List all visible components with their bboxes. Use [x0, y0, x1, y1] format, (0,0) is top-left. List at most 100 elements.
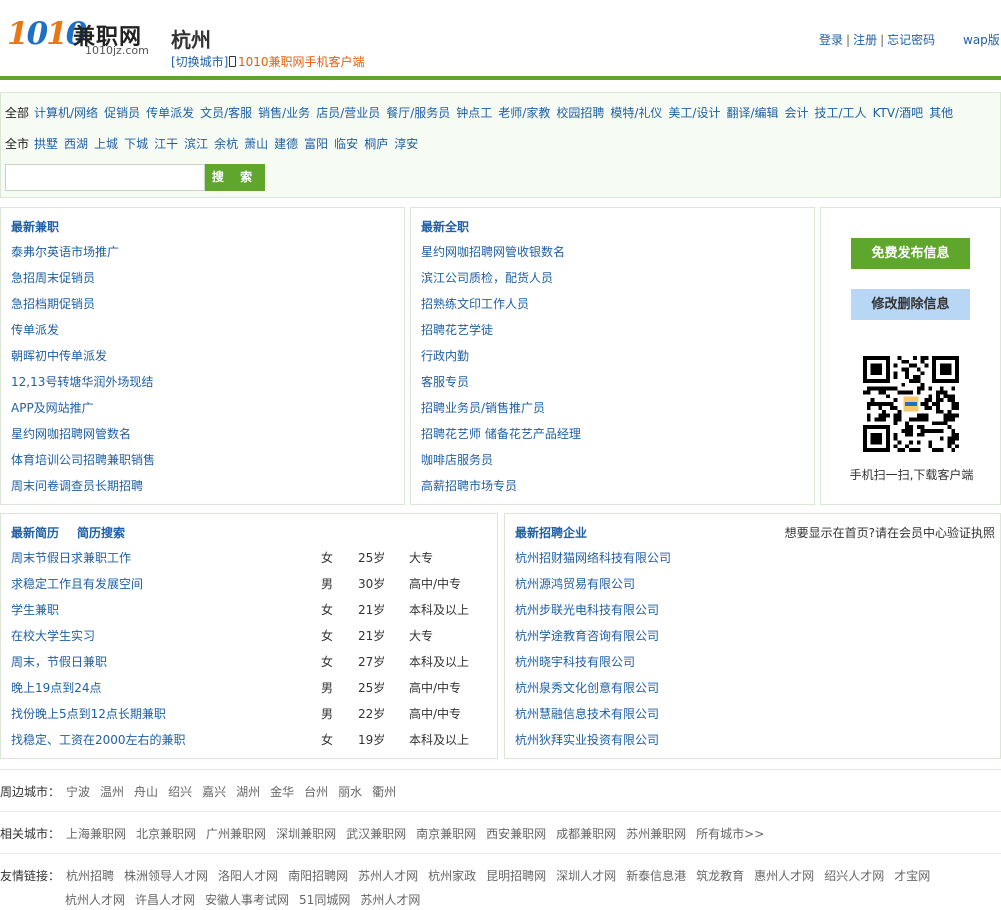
- company-link[interactable]: 杭州学途教育咨询有限公司: [515, 629, 659, 643]
- nearby-city-link[interactable]: 衢州: [372, 785, 396, 799]
- category-link[interactable]: 其他: [929, 106, 953, 120]
- related-city-link[interactable]: 深圳兼职网: [276, 827, 336, 841]
- resume-title-link[interactable]: 求稳定工作且有发展空间: [11, 576, 143, 592]
- job-link[interactable]: 体育培训公司招聘兼职销售: [11, 453, 155, 467]
- site-logo[interactable]: 1010 兼职网 1010jz.com: [7, 16, 157, 60]
- category-link[interactable]: 店员/营业员: [316, 106, 380, 120]
- resume-search-link[interactable]: 简历搜索: [77, 524, 125, 541]
- login-link[interactable]: 登录: [819, 33, 843, 47]
- friend-link[interactable]: 杭州家政: [428, 869, 476, 883]
- category-link[interactable]: 翻译/编辑: [726, 106, 778, 120]
- category-link[interactable]: 传单派发: [146, 106, 194, 120]
- job-link[interactable]: 泰弗尔英语市场推广: [11, 245, 119, 259]
- nearby-city-link[interactable]: 湖州: [236, 785, 260, 799]
- related-city-link[interactable]: 成都兼职网: [556, 827, 616, 841]
- friend-link[interactable]: 许昌人才网: [135, 893, 195, 907]
- free-post-button[interactable]: 免费发布信息: [851, 238, 970, 269]
- area-link[interactable]: 建德: [274, 137, 298, 151]
- related-city-link[interactable]: 苏州兼职网: [626, 827, 686, 841]
- company-link[interactable]: 杭州招财猫网络科技有限公司: [515, 551, 671, 565]
- company-link[interactable]: 杭州步联光电科技有限公司: [515, 603, 659, 617]
- friend-link[interactable]: 才宝网: [894, 869, 930, 883]
- latest-fulltime-title[interactable]: 最新全职: [421, 218, 469, 235]
- latest-resumes-title[interactable]: 最新简历: [11, 524, 59, 541]
- search-button[interactable]: 搜 索: [205, 164, 265, 191]
- company-link[interactable]: 杭州晓宇科技有限公司: [515, 655, 635, 669]
- resume-title-link[interactable]: 周末，节假日兼职: [11, 654, 107, 670]
- category-link[interactable]: 模特/礼仪: [610, 106, 662, 120]
- category-link[interactable]: 会计: [785, 106, 809, 120]
- fulltime-job-link[interactable]: 招熟练文印工作人员: [421, 297, 529, 311]
- fulltime-job-link[interactable]: 招聘花艺师 储备花艺产品经理: [421, 427, 581, 441]
- friend-link[interactable]: 洛阳人才网: [218, 869, 278, 883]
- job-link[interactable]: 急招周末促销员: [11, 271, 95, 285]
- related-city-link[interactable]: 所有城市>>: [696, 827, 764, 841]
- related-city-link[interactable]: 武汉兼职网: [346, 827, 406, 841]
- mobile-client-link[interactable]: 1010兼职网手机客户端: [229, 53, 365, 70]
- resume-title-link[interactable]: 在校大学生实习: [11, 628, 95, 644]
- friend-link[interactable]: 苏州人才网: [360, 893, 420, 907]
- fulltime-job-link[interactable]: 招聘花艺学徒: [421, 323, 493, 337]
- job-link[interactable]: 传单派发: [11, 323, 59, 337]
- area-link[interactable]: 滨江: [184, 137, 208, 151]
- resume-title-link[interactable]: 学生兼职: [11, 602, 59, 618]
- category-link[interactable]: 计算机/网络: [34, 106, 98, 120]
- area-link[interactable]: 拱墅: [34, 137, 58, 151]
- fulltime-job-link[interactable]: 星约网咖招聘网管收银数名: [421, 245, 565, 259]
- fulltime-job-link[interactable]: 咖啡店服务员: [421, 453, 493, 467]
- friend-link[interactable]: 株洲领导人才网: [124, 869, 208, 883]
- nearby-city-link[interactable]: 宁波: [66, 785, 90, 799]
- job-link[interactable]: 朝晖初中传单派发: [11, 349, 107, 363]
- resume-title-link[interactable]: 找稳定、工资在2000左右的兼职: [11, 732, 186, 748]
- area-link[interactable]: 余杭: [214, 137, 238, 151]
- friend-link[interactable]: 杭州人才网: [65, 893, 125, 907]
- area-link[interactable]: 桐庐: [364, 137, 388, 151]
- area-all[interactable]: 全市: [5, 137, 29, 151]
- latest-jobs-title[interactable]: 最新兼职: [11, 218, 59, 235]
- friend-link[interactable]: 筑龙教育: [696, 869, 744, 883]
- friend-link[interactable]: 深圳人才网: [556, 869, 616, 883]
- job-link[interactable]: APP及网站推广: [11, 401, 94, 415]
- area-link[interactable]: 富阳: [304, 137, 328, 151]
- friend-link[interactable]: 杭州招聘: [66, 869, 114, 883]
- job-link[interactable]: 急招档期促销员: [11, 297, 95, 311]
- company-link[interactable]: 杭州慧融信息技术有限公司: [515, 707, 659, 721]
- area-link[interactable]: 江干: [154, 137, 178, 151]
- friend-link[interactable]: 新泰信息港: [626, 869, 686, 883]
- nearby-city-link[interactable]: 舟山: [134, 785, 158, 799]
- category-link[interactable]: 老师/家教: [498, 106, 550, 120]
- friend-link[interactable]: 绍兴人才网: [824, 869, 884, 883]
- company-link[interactable]: 杭州泉秀文化创意有限公司: [515, 681, 659, 695]
- job-link[interactable]: 星约网咖招聘网管数名: [11, 427, 131, 441]
- fulltime-job-link[interactable]: 滨江公司质检，配货人员: [421, 271, 553, 285]
- area-link[interactable]: 萧山: [244, 137, 268, 151]
- resume-title-link[interactable]: 晚上19点到24点: [11, 680, 102, 696]
- area-link[interactable]: 上城: [94, 137, 118, 151]
- nearby-city-link[interactable]: 丽水: [338, 785, 362, 799]
- fulltime-job-link[interactable]: 招聘业务员/销售推广员: [421, 401, 545, 415]
- edit-delete-button[interactable]: 修改删除信息: [851, 289, 970, 320]
- forgot-password-link[interactable]: 忘记密码: [887, 33, 935, 47]
- register-link[interactable]: 注册: [853, 33, 877, 47]
- category-link[interactable]: 餐厅/服务员: [386, 106, 450, 120]
- resume-title-link[interactable]: 周末节假日求兼职工作: [11, 550, 131, 566]
- area-link[interactable]: 西湖: [64, 137, 88, 151]
- friend-link[interactable]: 安徽人事考试网: [205, 893, 289, 907]
- related-city-link[interactable]: 上海兼职网: [66, 827, 126, 841]
- category-link[interactable]: 美工/设计: [668, 106, 720, 120]
- fulltime-job-link[interactable]: 行政内勤: [421, 349, 469, 363]
- nearby-city-link[interactable]: 绍兴: [168, 785, 192, 799]
- area-link[interactable]: 淳安: [394, 137, 418, 151]
- resume-title-link[interactable]: 找份晚上5点到12点长期兼职: [11, 706, 166, 722]
- category-link[interactable]: 技工/工人: [815, 106, 867, 120]
- friend-link[interactable]: 51同城网: [299, 893, 350, 907]
- category-link[interactable]: 校园招聘: [556, 106, 604, 120]
- nearby-city-link[interactable]: 温州: [100, 785, 124, 799]
- area-link[interactable]: 下城: [124, 137, 148, 151]
- job-link[interactable]: 12,13号转塘华润外场现结: [11, 375, 153, 389]
- latest-companies-title[interactable]: 最新招聘企业: [515, 524, 587, 541]
- search-input[interactable]: [5, 164, 205, 191]
- nearby-city-link[interactable]: 金华: [270, 785, 294, 799]
- category-all[interactable]: 全部: [5, 106, 29, 120]
- fulltime-job-link[interactable]: 高薪招聘市场专员: [421, 479, 517, 493]
